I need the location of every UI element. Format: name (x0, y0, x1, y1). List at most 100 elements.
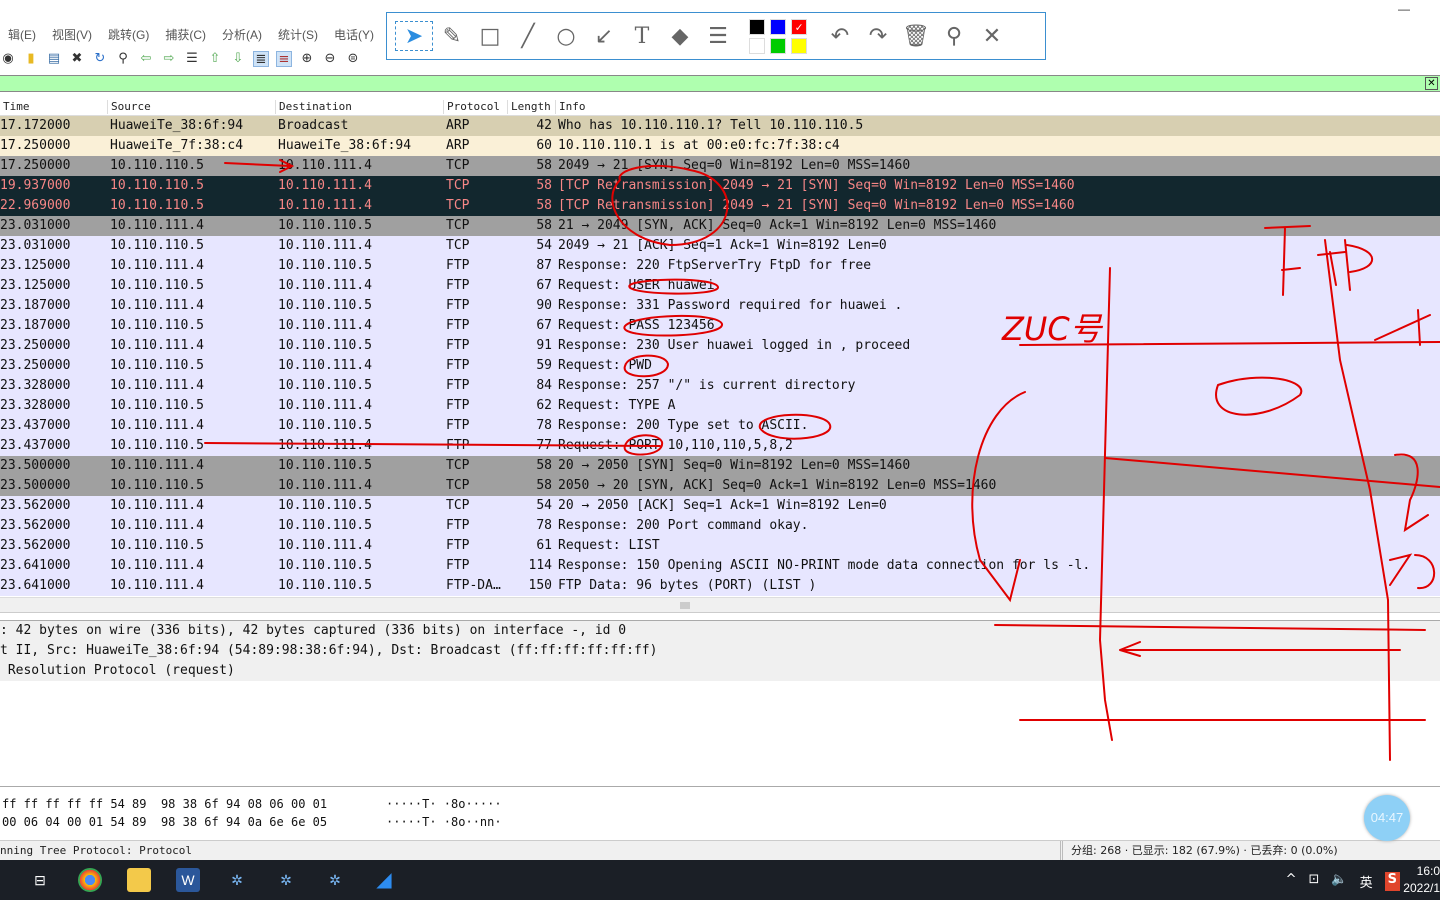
line-width-icon[interactable]: ☰ (699, 21, 737, 51)
go-back-icon[interactable]: ⇦ (138, 51, 154, 67)
rectangle-icon[interactable]: □ (471, 21, 509, 51)
column-source[interactable]: Source (107, 100, 151, 114)
task-view-icon[interactable]: ⊟ (28, 868, 52, 892)
packet-row[interactable]: 23.187000 10.110.111.4 10.110.110.5 FTP 90 Re… (0, 296, 1440, 316)
trash-icon[interactable]: 🗑 (897, 21, 935, 51)
packet-row[interactable]: 17.250000 HuaweiTe_7f:38:c4 HuaweiTe_38:6f… (0, 136, 1440, 156)
undo-icon[interactable]: ↶ (821, 21, 859, 51)
color-swatch[interactable] (770, 37, 786, 54)
column-destination[interactable]: Destination (275, 100, 352, 114)
chevron-up-icon[interactable]: ^ (1286, 872, 1297, 891)
close-icon[interactable]: ✕ (973, 21, 1011, 51)
packet-row[interactable]: 23.328000 10.110.110.5 10.110.111.4 FTP 62 Re… (0, 396, 1440, 416)
column-protocol[interactable]: Protocol (443, 100, 500, 114)
autoscroll-icon[interactable]: ≣ (253, 51, 269, 67)
ellipse-icon[interactable]: ○ (547, 21, 585, 51)
select-arrow-icon[interactable]: ➤ (395, 21, 433, 51)
packet-row[interactable]: 23.031000 10.110.110.5 10.110.111.4 TCP 54 20… (0, 236, 1440, 256)
packet-row[interactable]: 23.500000 10.110.111.4 10.110.110.5 TCP 58 20… (0, 456, 1440, 476)
color-swatch[interactable] (770, 18, 786, 35)
packet-row[interactable]: 19.937000 10.110.110.5 10.110.111.4 TCP 58 [T… (0, 176, 1440, 196)
scrollbar-thumb[interactable] (680, 602, 690, 609)
packet-row[interactable]: 23.250000 10.110.110.5 10.110.111.4 FTP 59 Re… (0, 356, 1440, 376)
menu-item[interactable]: 视图(V) (44, 24, 100, 46)
reload-icon[interactable]: ↻ (92, 51, 108, 67)
detail-arp[interactable]: Resolution Protocol (request) (0, 661, 1440, 681)
redo-icon[interactable]: ↷ (859, 21, 897, 51)
menu-item[interactable]: 分析(A) (214, 24, 270, 46)
arrow-icon[interactable]: ↙ (585, 21, 623, 51)
go-to-packet-icon[interactable]: ☰ (184, 51, 200, 67)
first-packet-icon[interactable]: ⇧ (207, 51, 223, 67)
packet-row[interactable]: 23.641000 10.110.111.4 10.110.110.5 FTP 114 R… (0, 556, 1440, 576)
packet-row[interactable]: 23.500000 10.110.110.5 10.110.111.4 TCP 58 20… (0, 476, 1440, 496)
wireshark-icon[interactable]: ◢ (372, 868, 396, 892)
packet-row[interactable]: 23.437000 10.110.111.4 10.110.110.5 FTP 78 Re… (0, 416, 1440, 436)
close-icon[interactable]: ✕ (1425, 77, 1438, 90)
go-forward-icon[interactable]: ⇨ (161, 51, 177, 67)
close-file-icon[interactable]: ✖ (69, 51, 85, 67)
color-swatch[interactable]: ✓ (791, 18, 807, 35)
packet-row[interactable]: 23.125000 10.110.111.4 10.110.110.5 FTP 87 Re… (0, 256, 1440, 276)
cell-dst: 10.110.111.4 (278, 198, 372, 213)
ensp-icon[interactable]: ✲ (274, 868, 298, 892)
packet-row[interactable]: 23.437000 10.110.110.5 10.110.111.4 FTP 77 Re… (0, 436, 1440, 456)
zoom-out-icon[interactable]: ⊖ (322, 51, 338, 67)
pen-icon[interactable]: ✎ (433, 21, 471, 51)
find-packet-icon[interactable]: ⚲ (115, 51, 131, 67)
packet-row[interactable]: 17.250000 10.110.110.5 10.110.111.4 TCP 58 20… (0, 156, 1440, 176)
magnifier-icon[interactable]: ⚲ (935, 21, 973, 51)
packet-row[interactable]: 23.328000 10.110.111.4 10.110.110.5 FTP 84 Re… (0, 376, 1440, 396)
packet-row[interactable]: 17.172000 HuaweiTe_38:6f:94 Broadcast ARP 42… (0, 116, 1440, 136)
detail-ethernet[interactable]: t II, Src: HuaweiTe_38:6f:94 (54:89:98:3… (0, 641, 1440, 661)
text-icon[interactable]: T (623, 21, 661, 51)
packet-row[interactable]: 23.562000 10.110.110.5 10.110.111.4 FTP 61 Re… (0, 536, 1440, 556)
eraser-icon[interactable]: ◆ (661, 21, 699, 51)
cell-proto: TCP (446, 198, 470, 213)
packet-row[interactable]: 23.250000 10.110.111.4 10.110.110.5 FTP 91 Re… (0, 336, 1440, 356)
normal-size-icon[interactable]: ⊜ (345, 51, 361, 67)
capture-options-icon[interactable]: ◉ (0, 51, 16, 67)
packet-row[interactable]: 23.187000 10.110.110.5 10.110.111.4 FTP 67 Re… (0, 316, 1440, 336)
column-time[interactable]: Time (0, 100, 30, 114)
word-icon[interactable]: W (176, 868, 200, 892)
ensp-icon[interactable]: ✲ (323, 868, 347, 892)
save-file-icon[interactable]: ▤ (46, 51, 62, 67)
ensp-icon[interactable]: ✲ (225, 868, 249, 892)
menu-item[interactable]: 跳转(G) (100, 24, 157, 46)
packet-row[interactable]: 23.641000 10.110.111.4 10.110.110.5 FTP-DA…… (0, 576, 1440, 596)
ime-indicator[interactable]: 英 (1360, 872, 1373, 891)
clock[interactable]: 16:0 2022/1 (1400, 863, 1440, 897)
cell-info: Response: 200 Type set to ASCII. (558, 418, 809, 433)
menu-item[interactable]: 统计(S) (270, 24, 326, 46)
colorize-icon[interactable]: ≡ (276, 51, 292, 67)
recording-timer[interactable]: 04:47 (1364, 795, 1410, 841)
line-icon[interactable]: ╱ (509, 21, 547, 51)
sogou-icon[interactable]: S (1384, 872, 1400, 891)
network-icon[interactable]: ⊡ (1309, 872, 1320, 891)
packet-row[interactable]: 22.969000 10.110.110.5 10.110.111.4 TCP 58 [T… (0, 196, 1440, 216)
display-filter-input[interactable]: ✕ (0, 75, 1440, 92)
packet-row[interactable]: 23.562000 10.110.111.4 10.110.110.5 TCP 54 20… (0, 496, 1440, 516)
open-file-icon[interactable]: ▮ (23, 51, 39, 67)
color-swatch[interactable] (749, 18, 765, 35)
volume-icon[interactable]: 🔈 (1331, 872, 1347, 891)
packet-row[interactable]: 23.125000 10.110.110.5 10.110.111.4 FTP 67 Re… (0, 276, 1440, 296)
chrome-icon[interactable] (78, 868, 102, 892)
menu-item[interactable]: 捕获(C) (157, 24, 214, 46)
file-explorer-icon[interactable] (127, 868, 151, 892)
packet-row[interactable]: 23.031000 10.110.111.4 10.110.110.5 TCP 58 21… (0, 216, 1440, 236)
column-info[interactable]: Info (555, 100, 586, 114)
horizontal-scrollbar[interactable] (0, 597, 1440, 613)
last-packet-icon[interactable]: ⇩ (230, 51, 246, 67)
detail-frame[interactable]: : 42 bytes on wire (336 bits), 42 bytes … (0, 621, 1440, 641)
menu-item[interactable]: 辑(E) (0, 24, 44, 46)
menu-item[interactable]: 电话(Y) (326, 24, 382, 46)
zoom-in-icon[interactable]: ⊕ (299, 51, 315, 67)
minimize-button[interactable]: — (1398, 2, 1410, 16)
color-swatch[interactable] (791, 37, 807, 54)
packet-row[interactable]: 23.562000 10.110.111.4 10.110.110.5 FTP 78 Re… (0, 516, 1440, 536)
color-swatch[interactable] (749, 37, 765, 54)
column-length[interactable]: Length (507, 100, 551, 114)
cell-info: Response: 230 User huawei logged in , pr… (558, 338, 911, 353)
